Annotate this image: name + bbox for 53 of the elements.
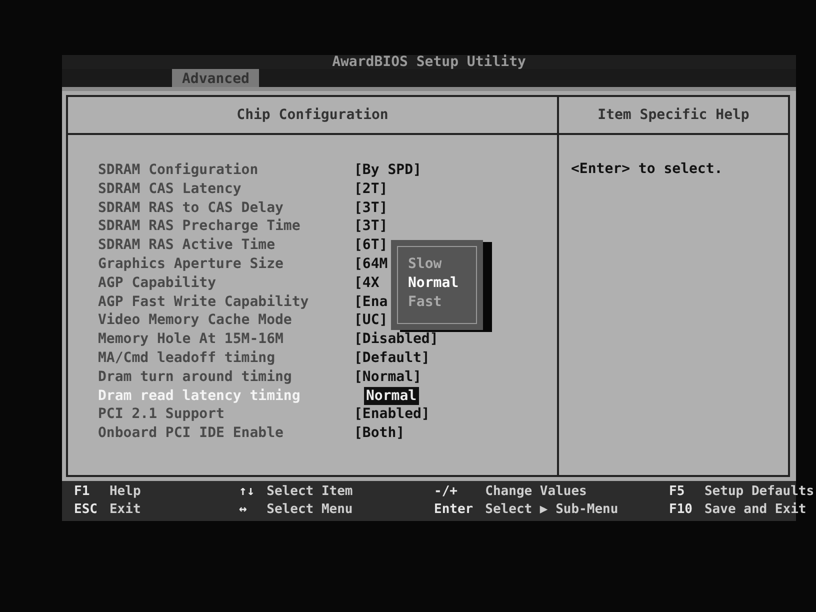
key-action: Help	[109, 483, 141, 501]
key-action: Setup Defaults	[704, 483, 814, 501]
key-action: Change Values	[485, 483, 588, 501]
setting-value[interactable]: [2T]	[354, 180, 388, 199]
setting-value[interactable]: [6T]	[354, 236, 388, 255]
setting-value[interactable]: [3T]	[354, 198, 388, 218]
setting-value[interactable]: [Disabled]	[354, 330, 438, 349]
popup-option[interactable]: Normal	[408, 274, 476, 293]
key-name: F1	[74, 483, 91, 501]
key-action: Select Item	[266, 483, 353, 501]
setting-label[interactable]: SDRAM RAS to CAS Delay	[98, 198, 354, 218]
setting-value[interactable]: [Default]	[354, 348, 430, 368]
key-name: Enter	[434, 501, 474, 519]
popup-option[interactable]: Fast	[408, 293, 476, 312]
setting-label[interactable]: AGP Capability	[98, 274, 354, 293]
setting-label[interactable]: Video Memory Cache Mode	[98, 311, 354, 330]
menu-tab[interactable]: Advanced	[172, 69, 260, 87]
key-name: F5	[669, 483, 686, 501]
setting-label[interactable]: SDRAM RAS Precharge Time	[98, 217, 354, 236]
key-action: Select ▶ Sub-Menu	[485, 501, 618, 519]
setting-label[interactable]: MA/Cmd leadoff timing	[98, 348, 354, 368]
setting-label[interactable]: PCI 2.1 Support	[98, 405, 354, 424]
setting-label[interactable]: Dram turn around timing	[98, 368, 354, 387]
bios-title: AwardBIOS Setup Utility	[62, 55, 796, 69]
key-action: Save and Exit	[704, 501, 808, 519]
setting-label[interactable]: SDRAM RAS Active Time	[98, 236, 354, 255]
setting-value[interactable]: [4X	[354, 274, 380, 293]
setting-value[interactable]: [Normal]	[354, 368, 422, 387]
setting-value[interactable]: [3T]	[354, 217, 388, 236]
key-name: ↔	[239, 501, 248, 519]
setting-value[interactable]: [UC]	[354, 311, 388, 330]
setting-label[interactable]: Onboard PCI IDE Enable	[98, 424, 354, 443]
setting-label[interactable]: AGP Fast Write Capability	[98, 292, 354, 312]
panel-title: Chip Configuration	[68, 97, 557, 135]
setting-label[interactable]: SDRAM CAS Latency	[98, 180, 354, 199]
key-action: Select Menu	[266, 501, 353, 519]
help-text: <Enter> to select.	[571, 161, 723, 177]
key-name: F10	[669, 501, 692, 519]
help-title: Item Specific Help	[559, 97, 788, 135]
key-name: -/+	[434, 483, 458, 501]
key-name: ESC	[74, 501, 98, 519]
setting-value[interactable]: [By SPD]	[354, 161, 422, 180]
setting-value[interactable]: Normal	[364, 386, 419, 406]
setting-value[interactable]: [64M	[354, 254, 388, 274]
setting-label[interactable]: Graphics Aperture Size	[98, 254, 354, 274]
setting-value[interactable]: [Both]	[354, 424, 405, 443]
key-action: Exit	[109, 501, 141, 519]
popup-option[interactable]: Slow	[408, 255, 476, 274]
setting-label[interactable]: SDRAM Configuration	[98, 161, 354, 180]
key-name: ↑↓	[239, 483, 255, 501]
setting-value[interactable]: [Ena	[354, 292, 388, 312]
setting-label[interactable]: Memory Hole At 15M-16M	[98, 330, 354, 349]
setting-value[interactable]: [Enabled]	[354, 405, 430, 424]
